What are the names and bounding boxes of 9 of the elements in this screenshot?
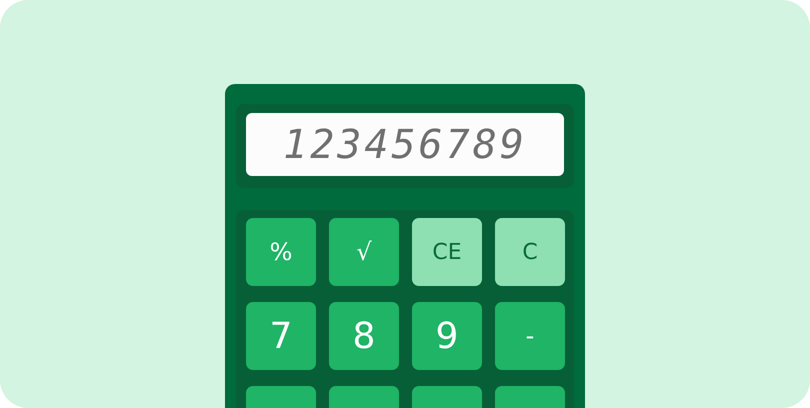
calculator-key[interactable]: 9 bbox=[412, 302, 482, 370]
calculator-key[interactable]: CE bbox=[412, 218, 482, 286]
calculator-key[interactable]: - bbox=[495, 302, 565, 370]
calculator-key[interactable]: 8 bbox=[329, 302, 399, 370]
display-value: 123456789 bbox=[283, 122, 527, 168]
calculator-key[interactable]: C bbox=[495, 218, 565, 286]
calculator-key[interactable]: 7 bbox=[246, 302, 316, 370]
calculator-key[interactable]: √ bbox=[329, 218, 399, 286]
calculator-key[interactable]: % bbox=[246, 218, 316, 286]
